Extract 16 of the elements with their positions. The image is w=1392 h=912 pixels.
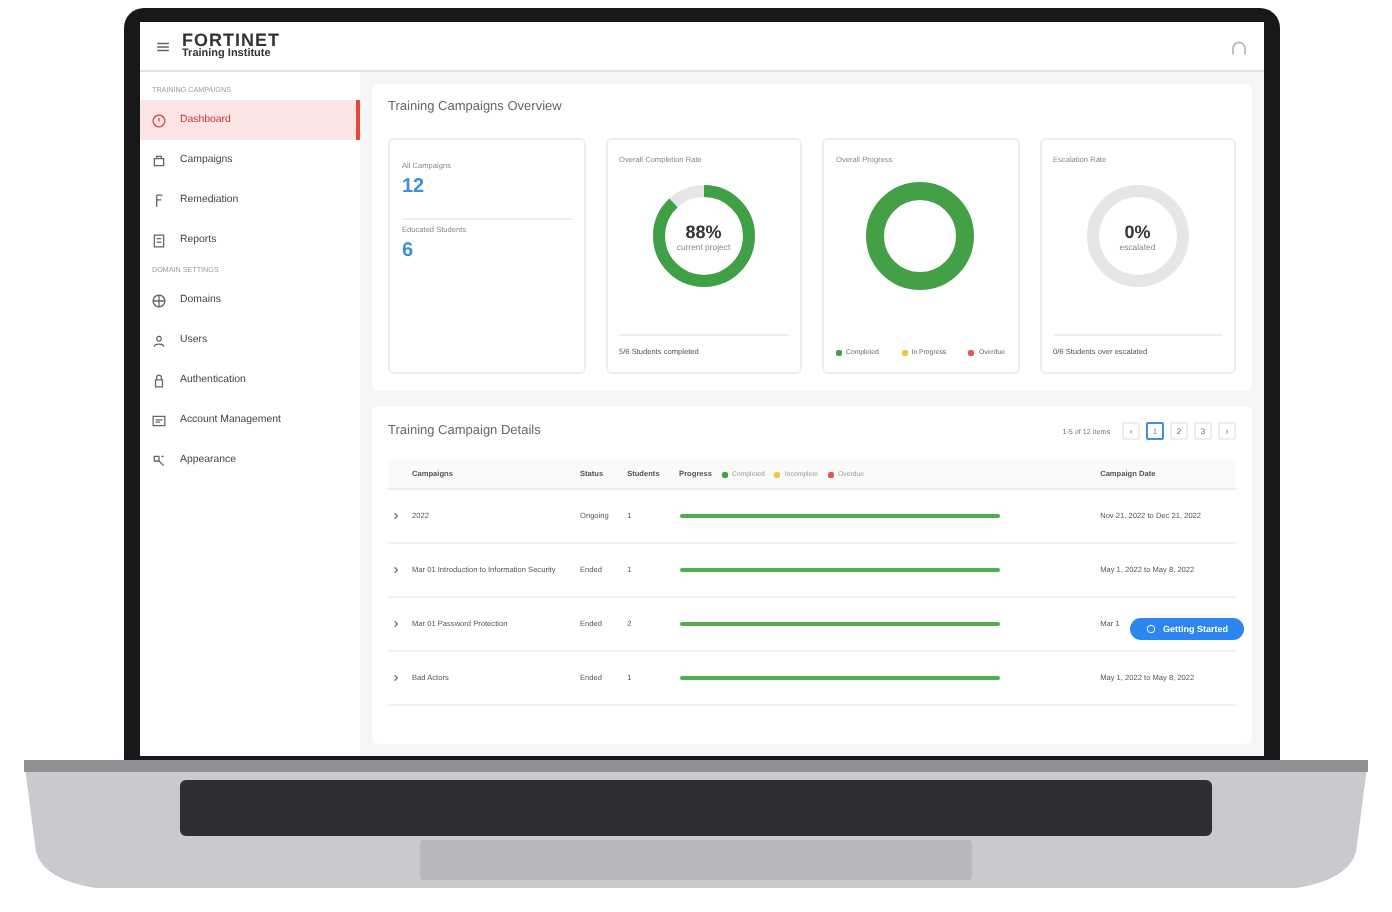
domains-icon xyxy=(152,293,166,307)
campaigns-icon xyxy=(152,153,166,167)
expand-icon[interactable] xyxy=(392,673,400,681)
help-icon xyxy=(1146,624,1157,634)
reports-icon xyxy=(152,233,166,247)
expand-icon[interactable] xyxy=(392,511,400,519)
authentication-icon xyxy=(152,373,166,387)
menu-icon[interactable] xyxy=(156,39,170,53)
count-value: 12 xyxy=(402,176,427,198)
percent-value: 0% xyxy=(1124,221,1151,241)
percent-value: 88% xyxy=(685,221,722,241)
expand-icon[interactable] xyxy=(392,619,400,627)
count-value: 6 xyxy=(402,240,416,262)
brand-logo: FORTINET xyxy=(182,31,280,50)
users-icon xyxy=(152,333,166,347)
expand-icon[interactable] xyxy=(392,565,400,573)
